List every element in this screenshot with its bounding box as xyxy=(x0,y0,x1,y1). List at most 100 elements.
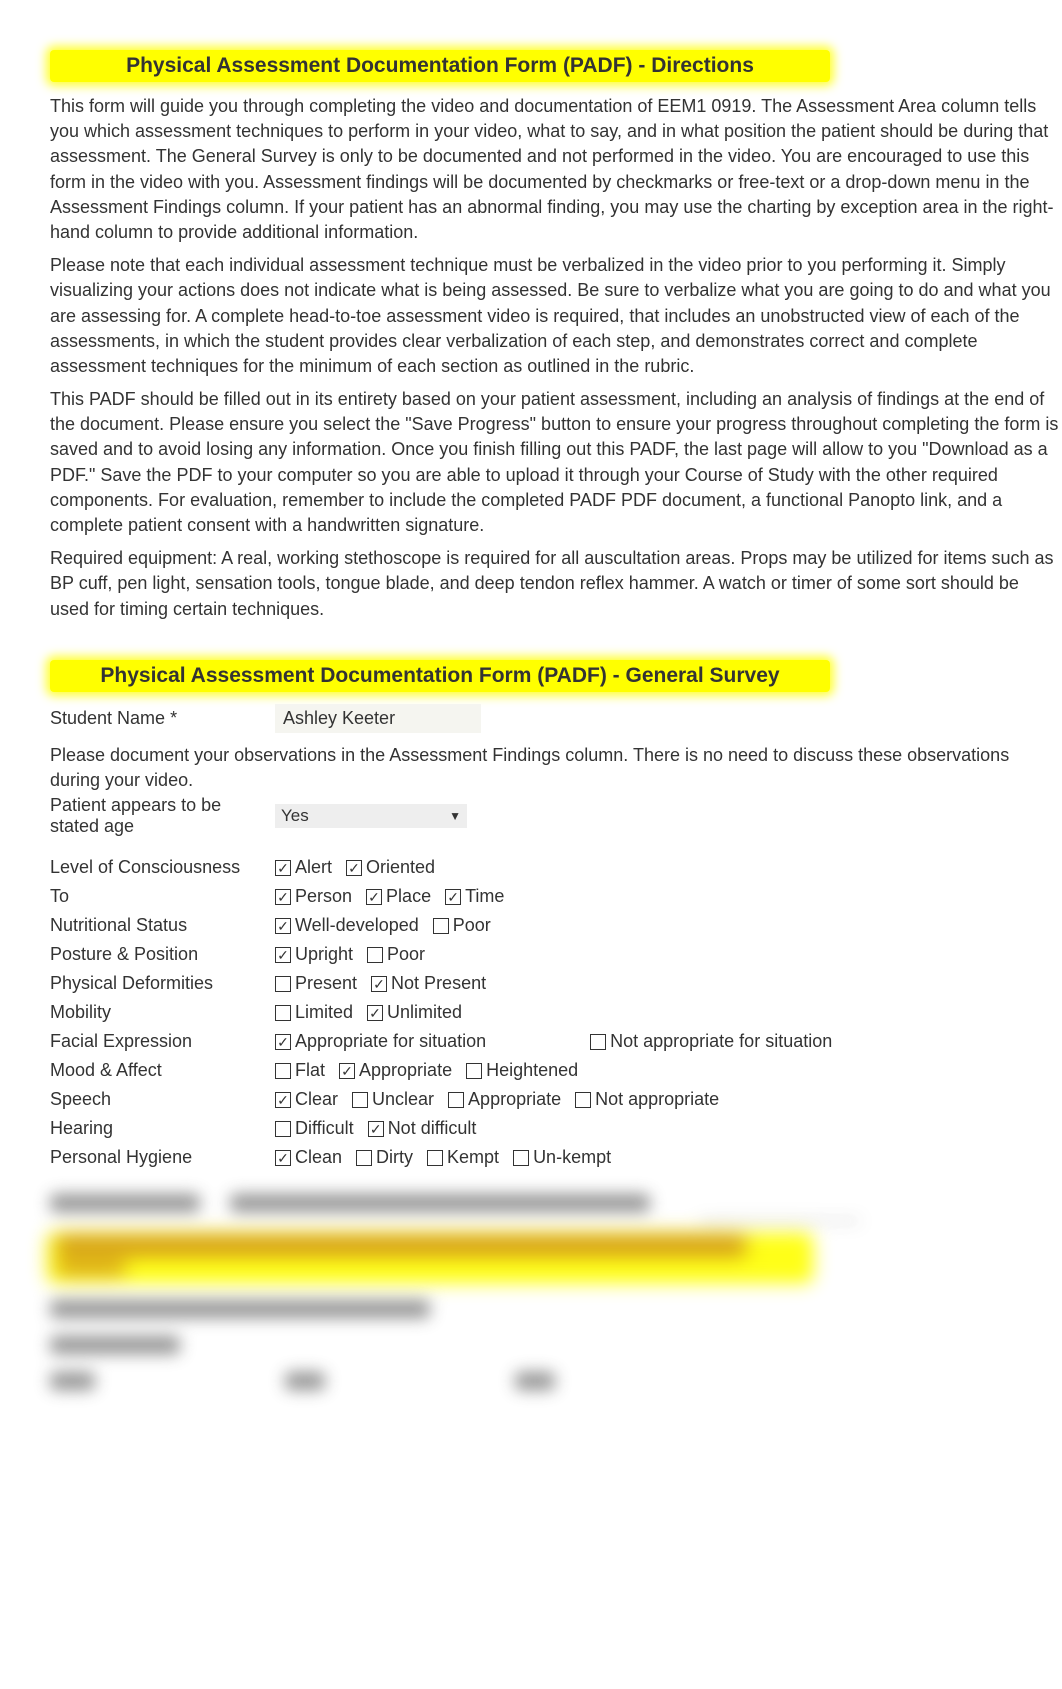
option-label-mobility-0: Limited xyxy=(295,1002,353,1023)
checkbox-loc-1[interactable] xyxy=(346,860,362,876)
checkbox-facial-1[interactable] xyxy=(590,1034,606,1050)
checkbox-to-0[interactable] xyxy=(275,889,291,905)
directions-paragraph-3: This PADF should be filled out in its en… xyxy=(50,387,1062,538)
field-row-deformities: Physical Deformities Present Not Present xyxy=(50,973,1062,994)
stated-age-row: Patient appears to be stated age Yes ▼ xyxy=(50,795,1062,837)
option-label-speech-0: Clear xyxy=(295,1089,338,1110)
option-to-0: Person xyxy=(275,886,352,907)
student-name-input[interactable]: Ashley Keeter xyxy=(275,704,481,733)
option-deformities-0: Present xyxy=(275,973,357,994)
stated-age-dropdown[interactable]: Yes ▼ xyxy=(275,804,467,828)
option-label-mobility-1: Unlimited xyxy=(387,1002,462,1023)
locked-content-preview xyxy=(50,1186,1062,1398)
field-label-hygiene: Personal Hygiene xyxy=(50,1147,275,1168)
option-hearing-0: Difficult xyxy=(275,1118,354,1139)
assessment-checkbox-section: Level of ConsciousnessAlertOrientedToPer… xyxy=(50,857,1062,1168)
field-row-mobility: Mobility Limited Unlimited xyxy=(50,1002,1062,1023)
checkbox-posture-1[interactable] xyxy=(367,947,383,963)
option-label-loc-1: Oriented xyxy=(366,857,435,878)
checkbox-posture-0[interactable] xyxy=(275,947,291,963)
field-label-deformities: Physical Deformities xyxy=(50,973,275,994)
directions-paragraph-4: Required equipment: A real, working stet… xyxy=(50,546,1062,622)
option-hearing-1: Not difficult xyxy=(368,1118,477,1139)
checkbox-speech-3[interactable] xyxy=(575,1092,591,1108)
checkbox-speech-2[interactable] xyxy=(448,1092,464,1108)
option-hygiene-0: Clean xyxy=(275,1147,342,1168)
checkbox-deformities-1[interactable] xyxy=(371,976,387,992)
checkbox-nutritional-1[interactable] xyxy=(433,918,449,934)
checkbox-hygiene-1[interactable] xyxy=(356,1150,372,1166)
option-label-nutritional-1: Poor xyxy=(453,915,491,936)
checkbox-mood-1[interactable] xyxy=(339,1063,355,1079)
option-hygiene-3: Un-kempt xyxy=(513,1147,611,1168)
field-row-loc: Level of ConsciousnessAlertOriented xyxy=(50,857,1062,878)
option-mood-2: Heightened xyxy=(466,1060,578,1081)
option-posture-1: Poor xyxy=(367,944,425,965)
directions-title: Physical Assessment Documentation Form (… xyxy=(50,50,830,82)
option-label-mood-2: Heightened xyxy=(486,1060,578,1081)
option-speech-3: Not appropriate xyxy=(575,1089,719,1110)
option-label-facial-1: Not appropriate for situation xyxy=(610,1031,832,1052)
field-label-speech: Speech xyxy=(50,1089,275,1110)
field-label-mobility: Mobility xyxy=(50,1002,275,1023)
checkbox-hygiene-0[interactable] xyxy=(275,1150,291,1166)
field-row-posture: Posture & Position Upright Poor xyxy=(50,944,1062,965)
field-label-nutritional: Nutritional Status xyxy=(50,915,275,936)
checkbox-loc-0[interactable] xyxy=(275,860,291,876)
student-name-row: Student Name * Ashley Keeter xyxy=(50,704,1062,733)
option-label-deformities-0: Present xyxy=(295,973,357,994)
option-speech-0: Clear xyxy=(275,1089,338,1110)
option-label-hygiene-2: Kempt xyxy=(447,1147,499,1168)
checkbox-deformities-0[interactable] xyxy=(275,976,291,992)
checkbox-nutritional-0[interactable] xyxy=(275,918,291,934)
stated-age-value: Yes xyxy=(281,806,309,826)
option-mobility-1: Unlimited xyxy=(367,1002,462,1023)
option-mobility-0: Limited xyxy=(275,1002,353,1023)
option-label-posture-1: Poor xyxy=(387,944,425,965)
option-label-speech-2: Appropriate xyxy=(468,1089,561,1110)
directions-paragraph-2: Please note that each individual assessm… xyxy=(50,253,1062,379)
field-row-hearing: HearingDifficult Not difficult xyxy=(50,1118,1062,1139)
field-label-facial: Facial Expression xyxy=(50,1031,275,1052)
option-label-posture-0: Upright xyxy=(295,944,353,965)
checkbox-speech-0[interactable] xyxy=(275,1092,291,1108)
checkbox-mood-2[interactable] xyxy=(466,1063,482,1079)
field-label-to: To xyxy=(50,886,275,907)
option-label-mood-0: Flat xyxy=(295,1060,325,1081)
option-mood-1: Appropriate xyxy=(339,1060,452,1081)
field-label-posture: Posture & Position xyxy=(50,944,275,965)
checkbox-hearing-1[interactable] xyxy=(368,1121,384,1137)
option-speech-1: Unclear xyxy=(352,1089,434,1110)
checkbox-speech-1[interactable] xyxy=(352,1092,368,1108)
option-label-nutritional-0: Well-developed xyxy=(295,915,419,936)
option-facial-1: Not appropriate for situation xyxy=(590,1031,832,1052)
general-survey-title: Physical Assessment Documentation Form (… xyxy=(50,660,830,692)
checkbox-hearing-0[interactable] xyxy=(275,1121,291,1137)
option-label-hearing-1: Not difficult xyxy=(388,1118,477,1139)
option-mood-0: Flat xyxy=(275,1060,325,1081)
option-loc-0: Alert xyxy=(275,857,332,878)
option-posture-0: Upright xyxy=(275,944,353,965)
chevron-down-icon: ▼ xyxy=(449,809,461,823)
field-row-mood: Mood & AffectFlatAppropriateHeightened xyxy=(50,1060,1062,1081)
option-label-to-2: Time xyxy=(465,886,504,907)
field-row-speech: Speech Clear Unclear Appropriate Not appropr… xyxy=(50,1089,1062,1110)
checkbox-mood-0[interactable] xyxy=(275,1063,291,1079)
checkbox-to-2[interactable] xyxy=(445,889,461,905)
option-label-facial-0: Appropriate for situation xyxy=(295,1031,486,1052)
option-to-2: Time xyxy=(445,886,504,907)
option-facial-0: Appropriate for situation xyxy=(275,1031,486,1052)
option-nutritional-0: Well-developed xyxy=(275,915,419,936)
field-row-to: ToPersonPlaceTime xyxy=(50,886,1062,907)
checkbox-facial-0[interactable] xyxy=(275,1034,291,1050)
checkbox-to-1[interactable] xyxy=(366,889,382,905)
checkbox-mobility-1[interactable] xyxy=(367,1005,383,1021)
option-label-deformities-1: Not Present xyxy=(391,973,486,994)
option-speech-2: Appropriate xyxy=(448,1089,561,1110)
option-label-mood-1: Appropriate xyxy=(359,1060,452,1081)
checkbox-hygiene-3[interactable] xyxy=(513,1150,529,1166)
checkbox-hygiene-2[interactable] xyxy=(427,1150,443,1166)
option-hygiene-1: Dirty xyxy=(356,1147,413,1168)
field-label-hearing: Hearing xyxy=(50,1118,275,1139)
checkbox-mobility-0[interactable] xyxy=(275,1005,291,1021)
